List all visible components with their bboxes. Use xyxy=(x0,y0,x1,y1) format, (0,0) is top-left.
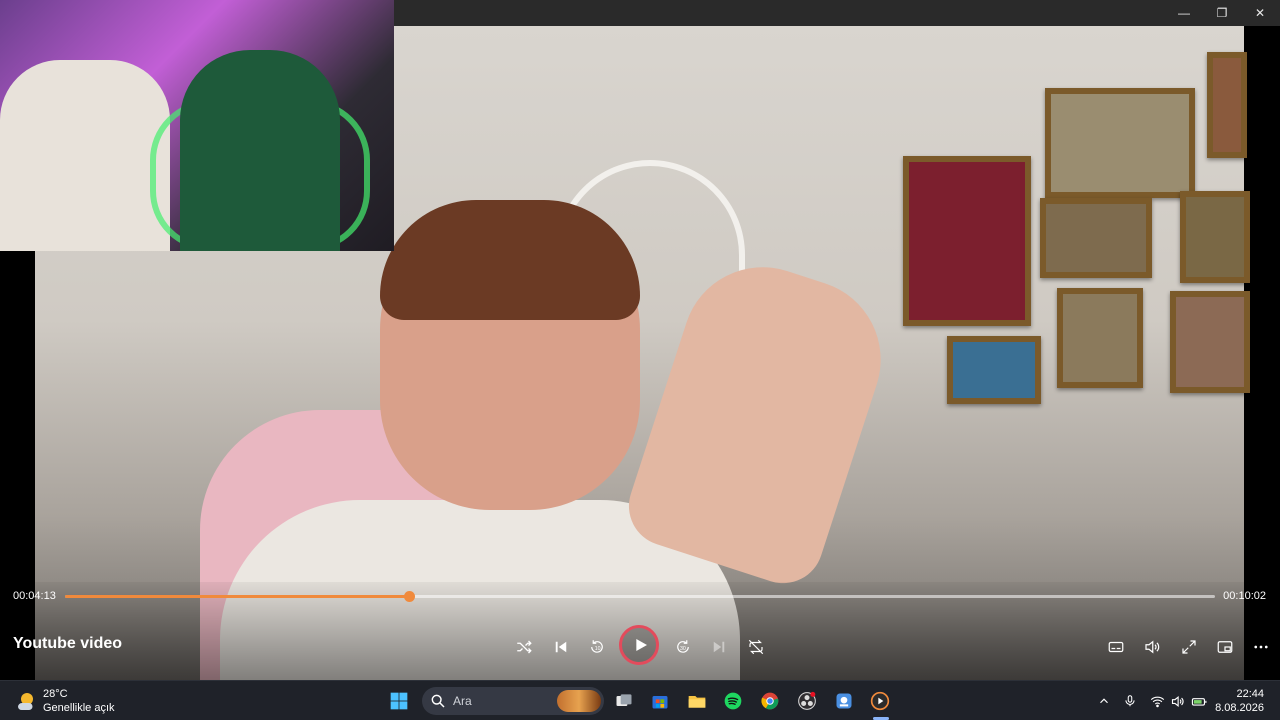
app-icon xyxy=(836,693,852,709)
partly-sunny-icon xyxy=(18,693,33,711)
repeat-button[interactable] xyxy=(741,632,771,662)
spotify-button[interactable] xyxy=(720,688,746,714)
reaction-camera-overlay xyxy=(0,0,394,251)
search-highlight-image xyxy=(557,690,601,712)
media-player-window: — ❐ ✕ 00:04:13 00:10:02 Youtube video 10… xyxy=(0,0,1280,720)
start-button[interactable] xyxy=(386,688,412,714)
taskbar-search[interactable]: Ara xyxy=(422,687,604,715)
obs-button[interactable] xyxy=(794,688,820,714)
battery-button[interactable] xyxy=(1189,691,1209,711)
weather-widget[interactable] xyxy=(14,689,38,713)
repeat-off-icon xyxy=(748,639,764,655)
maximize-icon: ❐ xyxy=(1216,6,1228,20)
next-button[interactable] xyxy=(704,632,734,662)
wall-painting xyxy=(1040,198,1152,278)
wall-painting xyxy=(1207,52,1247,158)
play-icon xyxy=(635,639,647,651)
play-button[interactable] xyxy=(619,625,659,665)
video-viewport[interactable] xyxy=(0,0,1280,680)
microsoft-store-icon xyxy=(652,696,668,709)
forward-30-button[interactable]: 30 xyxy=(668,632,698,662)
seek-bar[interactable] xyxy=(65,591,1215,602)
wifi-icon xyxy=(1150,696,1164,707)
speaker-icon xyxy=(1171,695,1184,707)
search-placeholder: Ara xyxy=(453,694,472,708)
shuffle-icon xyxy=(517,640,532,654)
windows-start-icon xyxy=(390,692,408,710)
more-options-button[interactable] xyxy=(1246,632,1276,662)
weather-temperature[interactable]: 28°C xyxy=(43,688,68,700)
reactor-left xyxy=(0,60,170,251)
chrome-button[interactable] xyxy=(757,688,783,714)
obs-icon xyxy=(798,691,816,710)
previous-icon xyxy=(555,641,567,653)
mini-player-button[interactable] xyxy=(1210,632,1240,662)
media-player-icon xyxy=(870,691,890,711)
next-icon xyxy=(713,641,725,653)
rewind-10-button[interactable]: 10 xyxy=(582,632,612,662)
battery-icon xyxy=(1191,697,1206,706)
store-button[interactable] xyxy=(647,688,673,714)
wall-painting xyxy=(1057,288,1143,388)
fullscreen-button[interactable] xyxy=(1174,632,1204,662)
shuffle-button[interactable] xyxy=(509,632,539,662)
microphone-icon xyxy=(1125,695,1135,707)
wall-painting xyxy=(1180,191,1250,283)
speaker-button[interactable] xyxy=(1167,691,1187,711)
spotify-icon xyxy=(724,692,742,710)
file-explorer-button[interactable] xyxy=(684,688,710,714)
weather-description[interactable]: Genellikle açık xyxy=(43,702,115,714)
rewind-10-icon: 10 xyxy=(591,640,603,653)
taskbar: 28°C Genellikle açık Ara 22:44 8.08.2026 xyxy=(0,680,1280,720)
file-explorer-icon xyxy=(688,696,706,708)
search-icon xyxy=(431,694,445,708)
media-player-button[interactable] xyxy=(867,688,893,714)
fullscreen-icon xyxy=(1182,640,1196,654)
close-icon: ✕ xyxy=(1254,6,1266,20)
minimize-button[interactable]: — xyxy=(1165,0,1203,26)
previous-button[interactable] xyxy=(546,632,576,662)
wall-painting-horse xyxy=(903,156,1031,326)
volume-icon xyxy=(1145,640,1160,654)
task-view-icon xyxy=(616,694,632,706)
mini-player-icon xyxy=(1217,641,1233,653)
maximize-button[interactable]: ❐ xyxy=(1203,0,1241,26)
svg-text:30: 30 xyxy=(680,646,686,652)
wall-painting xyxy=(1045,88,1195,198)
subtitles-button[interactable] xyxy=(1101,632,1131,662)
current-time: 00:04:13 xyxy=(13,590,56,602)
clock-time[interactable]: 22:44 xyxy=(1236,688,1264,700)
reactor-right xyxy=(180,50,340,251)
wall-painting xyxy=(1170,291,1250,393)
video-title: Youtube video xyxy=(13,635,123,652)
chrome-icon xyxy=(761,692,779,710)
app-button[interactable] xyxy=(831,688,857,714)
chevron-up-icon xyxy=(1100,698,1108,704)
forward-30-icon: 30 xyxy=(677,640,689,653)
more-icon xyxy=(1254,645,1268,649)
close-button[interactable]: ✕ xyxy=(1241,0,1279,26)
subtitles-icon xyxy=(1108,641,1124,653)
person-hair xyxy=(380,200,640,320)
wifi-button[interactable] xyxy=(1147,691,1167,711)
total-time: 00:10:02 xyxy=(1223,590,1266,602)
minimize-icon: — xyxy=(1178,6,1190,20)
seek-bar-progress xyxy=(65,595,409,598)
svg-text:10: 10 xyxy=(595,646,601,652)
volume-button[interactable] xyxy=(1137,632,1167,662)
wall-painting xyxy=(947,336,1041,404)
seek-bar-thumb[interactable] xyxy=(403,591,415,602)
microphone-button[interactable] xyxy=(1120,691,1140,711)
task-view-button[interactable] xyxy=(611,688,637,714)
player-controls: 00:04:13 00:10:02 Youtube video 10 30 xyxy=(0,582,1280,680)
clock-date[interactable]: 8.08.2026 xyxy=(1215,702,1264,714)
show-hidden-icons-button[interactable] xyxy=(1094,691,1114,711)
title-bar: — ❐ ✕ xyxy=(394,0,1280,26)
